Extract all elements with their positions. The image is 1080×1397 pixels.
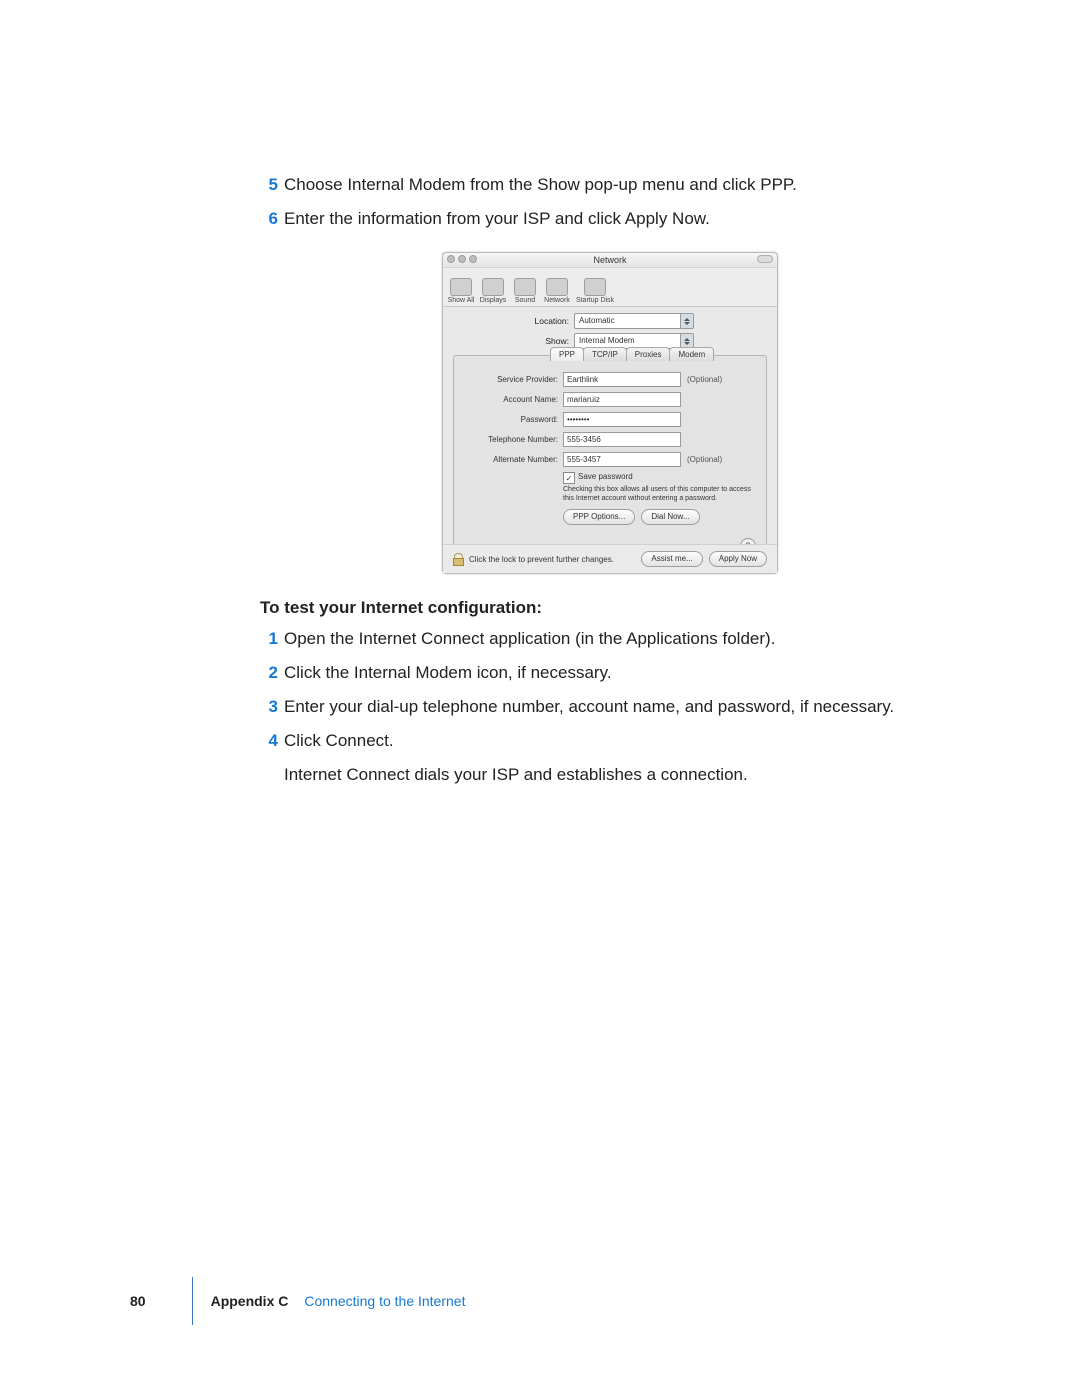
popup-arrows-icon — [680, 334, 693, 348]
telephone-label: Telephone Number: — [466, 435, 558, 444]
tab-ppp[interactable]: PPP — [550, 347, 584, 361]
alternate-label: Alternate Number: — [466, 455, 558, 464]
traffic-lights[interactable] — [447, 255, 477, 263]
tab-modem[interactable]: Modem — [669, 347, 714, 361]
close-icon[interactable] — [447, 255, 455, 263]
steps-below: 1 Open the Internet Connect application (… — [260, 624, 960, 756]
toolbar-showall[interactable]: Show All — [447, 276, 475, 304]
location-row: Location: Automatic — [453, 313, 767, 329]
displays-icon — [482, 278, 504, 296]
step-item: 2 Click the Internal Modem icon, if neces… — [260, 658, 960, 688]
save-password-help: Checking this box allows all users of th… — [563, 485, 763, 503]
network-icon — [546, 278, 568, 296]
toolbar-network[interactable]: Network — [543, 276, 571, 304]
window-body: Location: Automatic Show: Internal Modem… — [443, 307, 777, 561]
lock-icon[interactable] — [453, 553, 464, 566]
appendix-label: Appendix C — [211, 1293, 289, 1309]
show-value: Internal Modem — [579, 336, 635, 345]
tab-tcpip[interactable]: TCP/IP — [583, 347, 627, 361]
ppp-button-row: PPP Options... Dial Now... — [563, 509, 754, 525]
step-item: 1 Open the Internet Connect application (… — [260, 624, 960, 654]
startupdisk-icon — [584, 278, 606, 296]
step-number: 3 — [260, 692, 278, 722]
toolbar-label: Network — [544, 297, 570, 304]
toolbar-toggle-icon[interactable] — [757, 255, 773, 263]
ppp-tab-content: Service Provider: Earthlink (Optional) A… — [454, 356, 766, 531]
page-number: 80 — [130, 1293, 146, 1309]
step-item: 3 Enter your dial-up telephone number, ac… — [260, 692, 960, 722]
footer-divider-icon — [192, 1277, 193, 1325]
page-footer: 80 Appendix C Connecting to the Internet — [182, 1277, 465, 1325]
showall-icon — [450, 278, 472, 296]
service-provider-label: Service Provider: — [466, 375, 558, 384]
service-provider-row: Service Provider: Earthlink (Optional) — [466, 372, 754, 387]
assist-me-button[interactable]: Assist me... — [641, 551, 702, 567]
password-field[interactable]: •••••••• — [563, 412, 681, 427]
document-page: 5 Choose Internal Modem from the Show pop… — [0, 0, 1080, 1397]
step-item: 6 Enter the information from your ISP and… — [260, 204, 960, 234]
save-password-label: Save password — [578, 472, 633, 481]
popup-arrows-icon — [680, 314, 693, 328]
steps-above: 5 Choose Internal Modem from the Show pop… — [260, 170, 960, 234]
tab-proxies[interactable]: Proxies — [626, 347, 671, 361]
show-label: Show: — [453, 336, 569, 346]
step-number: 4 — [260, 726, 278, 756]
tab-strip: PPP TCP/IP Proxies Modem — [550, 347, 713, 361]
telephone-row: Telephone Number: 555-3456 — [466, 432, 754, 447]
toolbar-sound[interactable]: Sound — [511, 276, 539, 304]
optional-hint: (Optional) — [687, 375, 722, 384]
page-content: 5 Choose Internal Modem from the Show pop… — [260, 170, 960, 792]
tab-panel: PPP TCP/IP Proxies Modem Service Provide… — [453, 355, 767, 561]
location-label: Location: — [453, 316, 569, 326]
section-heading: To test your Internet configuration: — [260, 598, 960, 618]
account-name-field[interactable]: mariaruiz — [563, 392, 681, 407]
alternate-field[interactable]: 555-3457 — [563, 452, 681, 467]
minimize-icon[interactable] — [458, 255, 466, 263]
toolbar-label: Sound — [515, 297, 535, 304]
account-name-label: Account Name: — [466, 395, 558, 404]
lock-text: Click the lock to prevent further change… — [469, 555, 614, 564]
location-value: Automatic — [579, 316, 615, 325]
window-titlebar: Network — [443, 253, 777, 268]
network-preferences-window: Network Show All Displays Sound Network … — [442, 252, 778, 574]
step-text: Enter the information from your ISP and … — [284, 209, 710, 228]
window-title: Network — [593, 255, 626, 265]
password-row: Password: •••••••• — [466, 412, 754, 427]
step-text: Enter your dial-up telephone number, acc… — [284, 697, 894, 716]
paragraph: Internet Connect dials your ISP and esta… — [284, 760, 960, 790]
alternate-row: Alternate Number: 555-3457 (Optional) — [466, 452, 754, 467]
step-text: Click Connect. — [284, 731, 394, 750]
window-footer: Click the lock to prevent further change… — [443, 544, 777, 573]
step-text: Open the Internet Connect application (i… — [284, 629, 775, 648]
step-item: 5 Choose Internal Modem from the Show pop… — [260, 170, 960, 200]
prefs-toolbar: Show All Displays Sound Network Startup … — [443, 268, 777, 307]
step-number: 6 — [260, 204, 278, 234]
appendix-title: Connecting to the Internet — [304, 1293, 465, 1309]
save-password-row: ✓ Save password — [563, 472, 754, 484]
toolbar-label: Show All — [448, 297, 475, 304]
toolbar-startupdisk[interactable]: Startup Disk — [575, 276, 615, 304]
step-number: 5 — [260, 170, 278, 200]
account-name-row: Account Name: mariaruiz — [466, 392, 754, 407]
ppp-options-button[interactable]: PPP Options... — [563, 509, 635, 525]
save-password-checkbox[interactable]: ✓ — [563, 472, 575, 484]
step-text: Click the Internal Modem icon, if necess… — [284, 663, 612, 682]
password-label: Password: — [466, 415, 558, 424]
optional-hint: (Optional) — [687, 455, 722, 464]
step-item: 4 Click Connect. — [260, 726, 960, 756]
telephone-field[interactable]: 555-3456 — [563, 432, 681, 447]
toolbar-displays[interactable]: Displays — [479, 276, 507, 304]
service-provider-field[interactable]: Earthlink — [563, 372, 681, 387]
location-popup[interactable]: Automatic — [574, 313, 694, 329]
zoom-icon[interactable] — [469, 255, 477, 263]
toolbar-label: Displays — [480, 297, 506, 304]
sound-icon — [514, 278, 536, 296]
toolbar-label: Startup Disk — [576, 297, 614, 304]
step-text: Choose Internal Modem from the Show pop-… — [284, 175, 797, 194]
dial-now-button[interactable]: Dial Now... — [641, 509, 699, 525]
step-number: 1 — [260, 624, 278, 654]
step-number: 2 — [260, 658, 278, 688]
apply-now-button[interactable]: Apply Now — [709, 551, 767, 567]
